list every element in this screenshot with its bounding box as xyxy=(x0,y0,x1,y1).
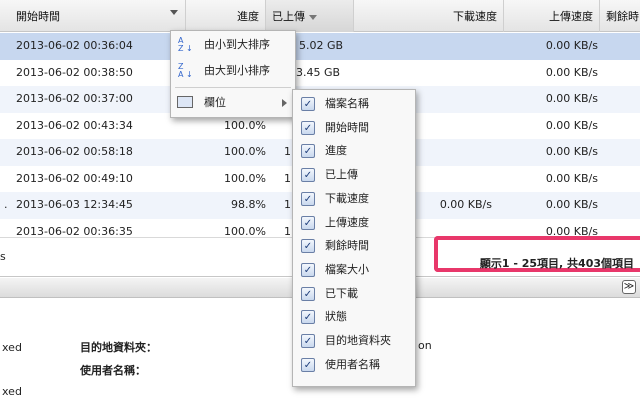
destination-folder-label: 目的地資料夾： xyxy=(80,341,157,354)
checkbox-checked-icon[interactable]: ✓ xyxy=(301,357,315,372)
column-toggle[interactable]: ✓ 檔案名稱 xyxy=(293,92,415,116)
column-toggle[interactable]: ✓ 進度 xyxy=(293,139,415,163)
pagination-info: 顯示1 - 25項目, 共403個項目 xyxy=(479,257,634,270)
sort-indicator-icon xyxy=(309,14,317,20)
checkbox-checked-icon[interactable]: ✓ xyxy=(301,191,315,206)
checkbox-checked-icon[interactable]: ✓ xyxy=(301,334,315,348)
column-header-upload-speed[interactable]: 上傳速度 xyxy=(504,0,600,32)
table-header: 開始時間 進度 已上傳 下載速度 上傳速度 剩餘時 xyxy=(0,0,640,32)
column-header-uploaded[interactable]: 已上傳 xyxy=(266,0,354,32)
column-toggle[interactable]: ✓ 下載速度 xyxy=(293,187,415,211)
column-toggle[interactable]: ✓ 狀態 xyxy=(293,305,415,329)
column-header-start-time[interactable]: 開始時間 xyxy=(0,0,186,32)
menu-item-sort-descending[interactable]: ZA ↓ 由大到小排序 xyxy=(171,59,295,83)
sort-descending-icon: ZA ↓ xyxy=(178,62,193,79)
collapse-panel-icon[interactable]: ≫ xyxy=(622,280,636,294)
checkbox-checked-icon[interactable]: ✓ xyxy=(301,120,315,135)
columns-icon xyxy=(177,96,193,108)
column-toggle[interactable]: ✓ 剩餘時間 xyxy=(293,234,415,258)
detail-left-2: xed xyxy=(2,385,22,398)
column-header-download-speed[interactable]: 下載速度 xyxy=(354,0,504,32)
column-toggle[interactable]: ✓ 檔案大小 xyxy=(293,258,415,282)
pagination-info-highlight: 顯示1 - 25項目, 共403個項目 xyxy=(434,236,640,272)
table-row[interactable]: 2013-06-02 00:36:04 5.02 GB 0.00 KB/s xyxy=(0,33,640,60)
column-toggle[interactable]: ✓ 已上傳 xyxy=(293,163,415,187)
checkbox-checked-icon[interactable]: ✓ xyxy=(301,168,315,183)
detail-left-1: xed xyxy=(2,341,22,354)
submenu-arrow-icon xyxy=(282,99,287,107)
checkbox-checked-icon[interactable]: ✓ xyxy=(301,286,315,301)
columns-submenu: ✓ 檔案名稱 ✓ 開始時間 ✓ 進度 ✓ 已上傳 ✓ 下載速度 ✓ 上傳速度 ✓ 剩餘時間 ✓… xyxy=(292,89,416,387)
column-toggle[interactable]: ✓ 目的地資料夾 xyxy=(293,329,415,353)
column-toggle[interactable]: ✓ 上傳速度 xyxy=(293,211,415,235)
menu-item-columns[interactable]: 欄位 xyxy=(171,91,295,115)
checkbox-checked-icon[interactable]: ✓ xyxy=(301,310,315,325)
menu-item-sort-ascending[interactable]: AZ ↓ 由小到大排序 xyxy=(171,33,295,57)
checkbox-checked-icon[interactable]: ✓ xyxy=(301,239,315,254)
column-menu-dropdown-icon[interactable] xyxy=(170,10,178,15)
checkbox-checked-icon[interactable]: ✓ xyxy=(301,144,315,159)
sort-ascending-icon: AZ ↓ xyxy=(178,36,193,53)
checkbox-checked-icon[interactable]: ✓ xyxy=(301,97,315,111)
detail-right-partial: on xyxy=(418,339,432,352)
column-toggle[interactable]: ✓ 已下載 xyxy=(293,282,415,306)
column-header-progress[interactable]: 進度 xyxy=(186,0,266,32)
checkbox-checked-icon[interactable]: ✓ xyxy=(301,215,315,230)
footer-left-text: s xyxy=(0,250,6,263)
column-header-remaining[interactable]: 剩餘時 xyxy=(600,0,640,32)
checkbox-checked-icon[interactable]: ✓ xyxy=(301,262,315,277)
column-context-menu: AZ ↓ 由小到大排序 ZA ↓ 由大到小排序 欄位 xyxy=(170,30,296,118)
menu-separator xyxy=(175,87,291,88)
column-toggle[interactable]: ✓ 開始時間 xyxy=(293,116,415,140)
table-row[interactable]: 2013-06-02 00:38:50 3.45 GB 0.00 KB/s xyxy=(0,60,640,87)
column-toggle[interactable]: ✓ 使用者名稱 xyxy=(293,353,415,377)
username-label: 使用者名稱： xyxy=(80,364,146,377)
